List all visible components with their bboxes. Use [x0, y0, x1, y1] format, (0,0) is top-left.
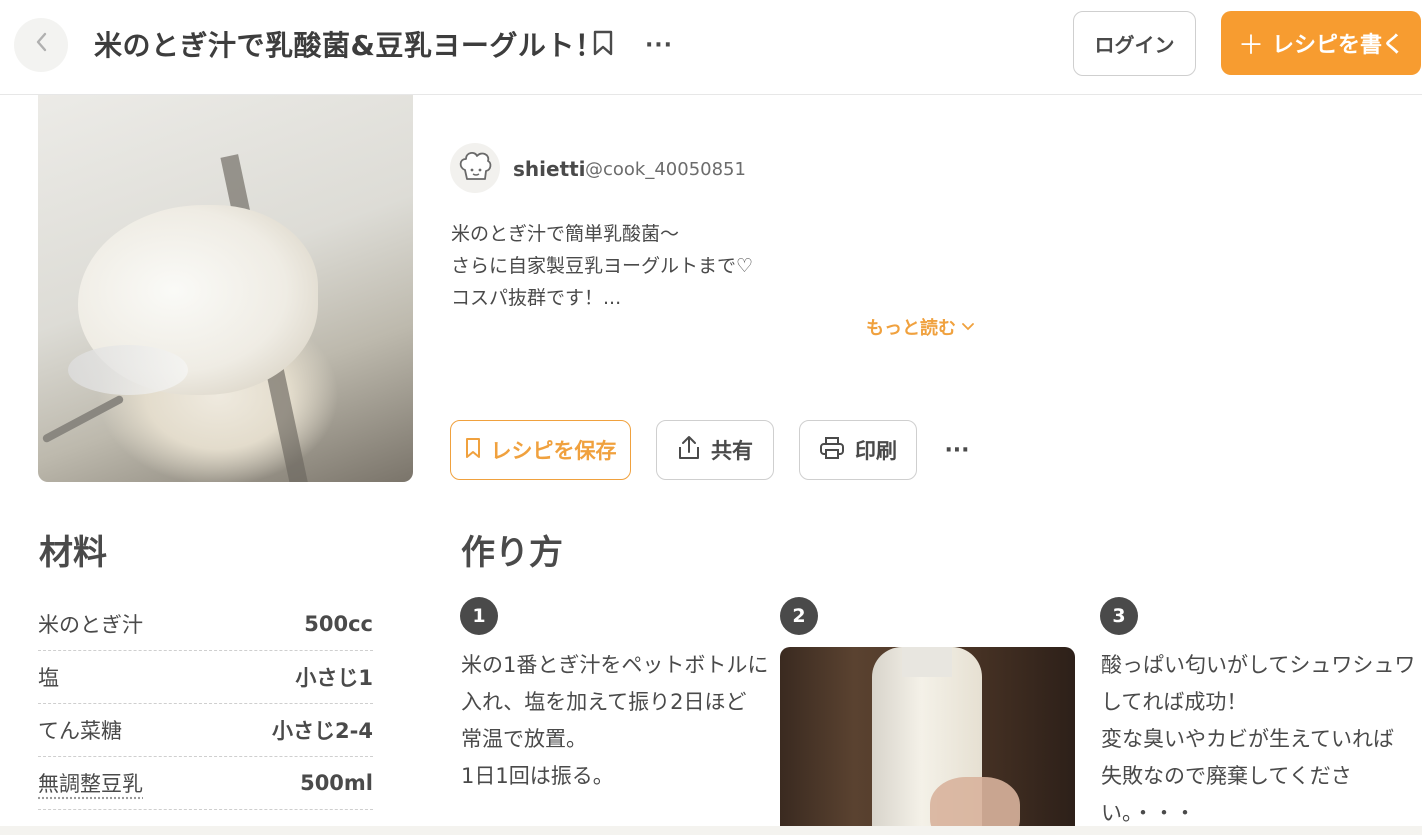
chef-hat-icon [455, 146, 495, 190]
recipe-photo [38, 95, 413, 482]
step-line: 米の1番とぎ汁をペットボトルに [461, 653, 769, 677]
step-number: 1 [460, 597, 498, 635]
author-id[interactable]: @cook_40050851 [585, 159, 746, 180]
write-recipe-button[interactable]: ＋ レシピを書く [1221, 11, 1421, 75]
steps-title: 作り方 [461, 533, 563, 573]
ingredient-qty: 500cc [304, 612, 373, 636]
share-button[interactable]: 共有 [656, 420, 774, 480]
site-header: 米のとぎ汁で乳酸菌&豆乳ヨーグルト！ ··· ログイン ＋ レシピを書く [0, 0, 1422, 95]
recipe-description: 米のとぎ汁で簡単乳酸菌～ さらに自家製豆乳ヨーグルトまで♡ コスパ抜群です！..… [451, 218, 971, 314]
step-text: 米の1番とぎ汁をペットボトルに 入れ、塩を加えて振り2日ほど 常温で放置。 1日… [461, 647, 768, 795]
ingredient-row: 塩 小さじ1 [38, 651, 373, 704]
login-button[interactable]: ログイン [1073, 11, 1196, 76]
ingredient-name: てん菜糖 [38, 719, 122, 743]
save-recipe-label: レシピを保存 [490, 439, 617, 463]
step-photo[interactable] [780, 647, 1075, 835]
print-button[interactable]: 印刷 [799, 420, 917, 480]
chevron-down-icon [962, 320, 974, 334]
chevron-left-icon [34, 31, 48, 59]
step-line: 1日1回は振る。 [461, 764, 614, 788]
bookmark-icon [465, 437, 481, 464]
photo-spoon [68, 345, 188, 395]
write-recipe-label: レシピを書く [1272, 33, 1405, 58]
ingredient-row: てん菜糖 小さじ2-4 [38, 704, 373, 757]
description-line: 米のとぎ汁で簡単乳酸菌～ [451, 223, 680, 245]
read-more-label: もっと読む [866, 318, 956, 339]
page-title: 米のとぎ汁で乳酸菌&豆乳ヨーグルト！ [94, 29, 604, 62]
step-line: 失敗なので廃棄してくださ [1101, 764, 1352, 788]
step-line: 酸っぱい匂いがしてシュワシュワ [1101, 653, 1416, 677]
more-options-button[interactable]: ··· [642, 28, 676, 62]
ingredients-title: 材料 [39, 533, 107, 573]
step-line: 常温で放置。 [461, 727, 587, 751]
printer-icon [819, 436, 845, 465]
bottom-strip [0, 826, 1422, 835]
author-avatar[interactable] [450, 143, 500, 193]
step-number: 3 [1100, 597, 1138, 635]
step-line: 変な臭いやカビが生えていれば [1101, 727, 1394, 751]
photo-spoon-handle [41, 394, 125, 444]
bookmark-icon [592, 29, 614, 61]
share-icon [677, 435, 701, 466]
ingredient-qty: 小さじ2-4 [272, 719, 373, 743]
description-line: コスパ抜群です！... [451, 287, 622, 309]
back-button[interactable] [14, 18, 68, 72]
ingredient-name: 塩 [38, 666, 59, 690]
ingredient-qty: 小さじ1 [295, 666, 373, 690]
share-label: 共有 [711, 439, 753, 463]
step-line: 入れ、塩を加えて振り2日ほど [461, 690, 747, 714]
ingredients-list: 米のとぎ汁 500cc 塩 小さじ1 てん菜糖 小さじ2-4 無調整豆乳 500… [38, 598, 373, 810]
more-actions-button[interactable]: ··· [940, 435, 974, 465]
ingredient-name-link[interactable]: 無調整豆乳 [38, 768, 143, 798]
save-recipe-button[interactable]: レシピを保存 [450, 420, 631, 480]
step-line: してれば成功！ [1101, 690, 1248, 714]
print-label: 印刷 [855, 439, 897, 463]
bookmark-button[interactable] [588, 28, 618, 62]
ingredient-row: 米のとぎ汁 500cc [38, 598, 373, 651]
step-number: 2 [780, 597, 818, 635]
ingredient-qty: 500ml [300, 771, 373, 795]
ingredient-row: 無調整豆乳 500ml [38, 757, 373, 810]
step-text: 酸っぱい匂いがしてシュワシュワ してれば成功！ 変な臭いやカビが生えていれば 失… [1101, 647, 1415, 832]
author-name[interactable]: shietti [513, 157, 586, 181]
description-line: さらに自家製豆乳ヨーグルトまで♡ [451, 255, 754, 277]
read-more-link[interactable]: もっと読む [866, 314, 974, 340]
ingredient-name: 米のとぎ汁 [38, 613, 143, 637]
photo-bottle-cap [902, 647, 952, 677]
plus-icon: ＋ [1237, 30, 1264, 61]
